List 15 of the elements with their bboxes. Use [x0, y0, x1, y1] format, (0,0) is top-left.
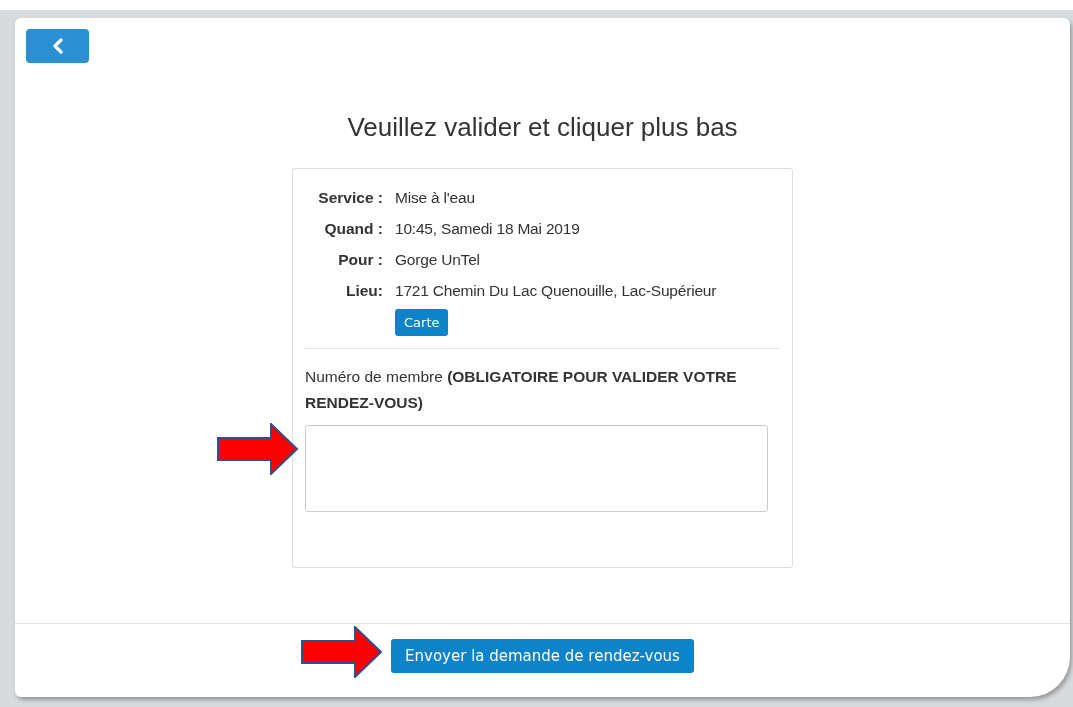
member-number-field[interactable] — [305, 425, 768, 512]
back-button[interactable] — [26, 29, 89, 63]
detail-label: Quand : — [323, 220, 383, 238]
detail-value: Mise à l'eau — [395, 189, 476, 207]
map-button[interactable]: Carte — [395, 309, 449, 336]
chevron-left-icon — [51, 38, 64, 54]
detail-value: 10:45, Samedi 18 Mai 2019 — [395, 220, 581, 238]
page-title: Veuillez valider et cliquer plus bas — [346, 112, 739, 143]
field-label: Numéro de membre (OBLIGATOIRE POUR VALIDER VOTRE RENDEZ-VOUS) — [305, 367, 738, 413]
detail-label: Service : — [317, 189, 383, 207]
submit-button[interactable]: Envoyer la demande de rendez-vous — [391, 639, 694, 673]
detail-label: Pour : — [337, 251, 383, 269]
detail-value: 1721 Chemin Du Lac Quenouille, Lac-Supérieur — [395, 282, 718, 300]
detail-value: Gorge UnTel — [395, 251, 481, 269]
detail-label: Lieu: — [344, 282, 383, 300]
